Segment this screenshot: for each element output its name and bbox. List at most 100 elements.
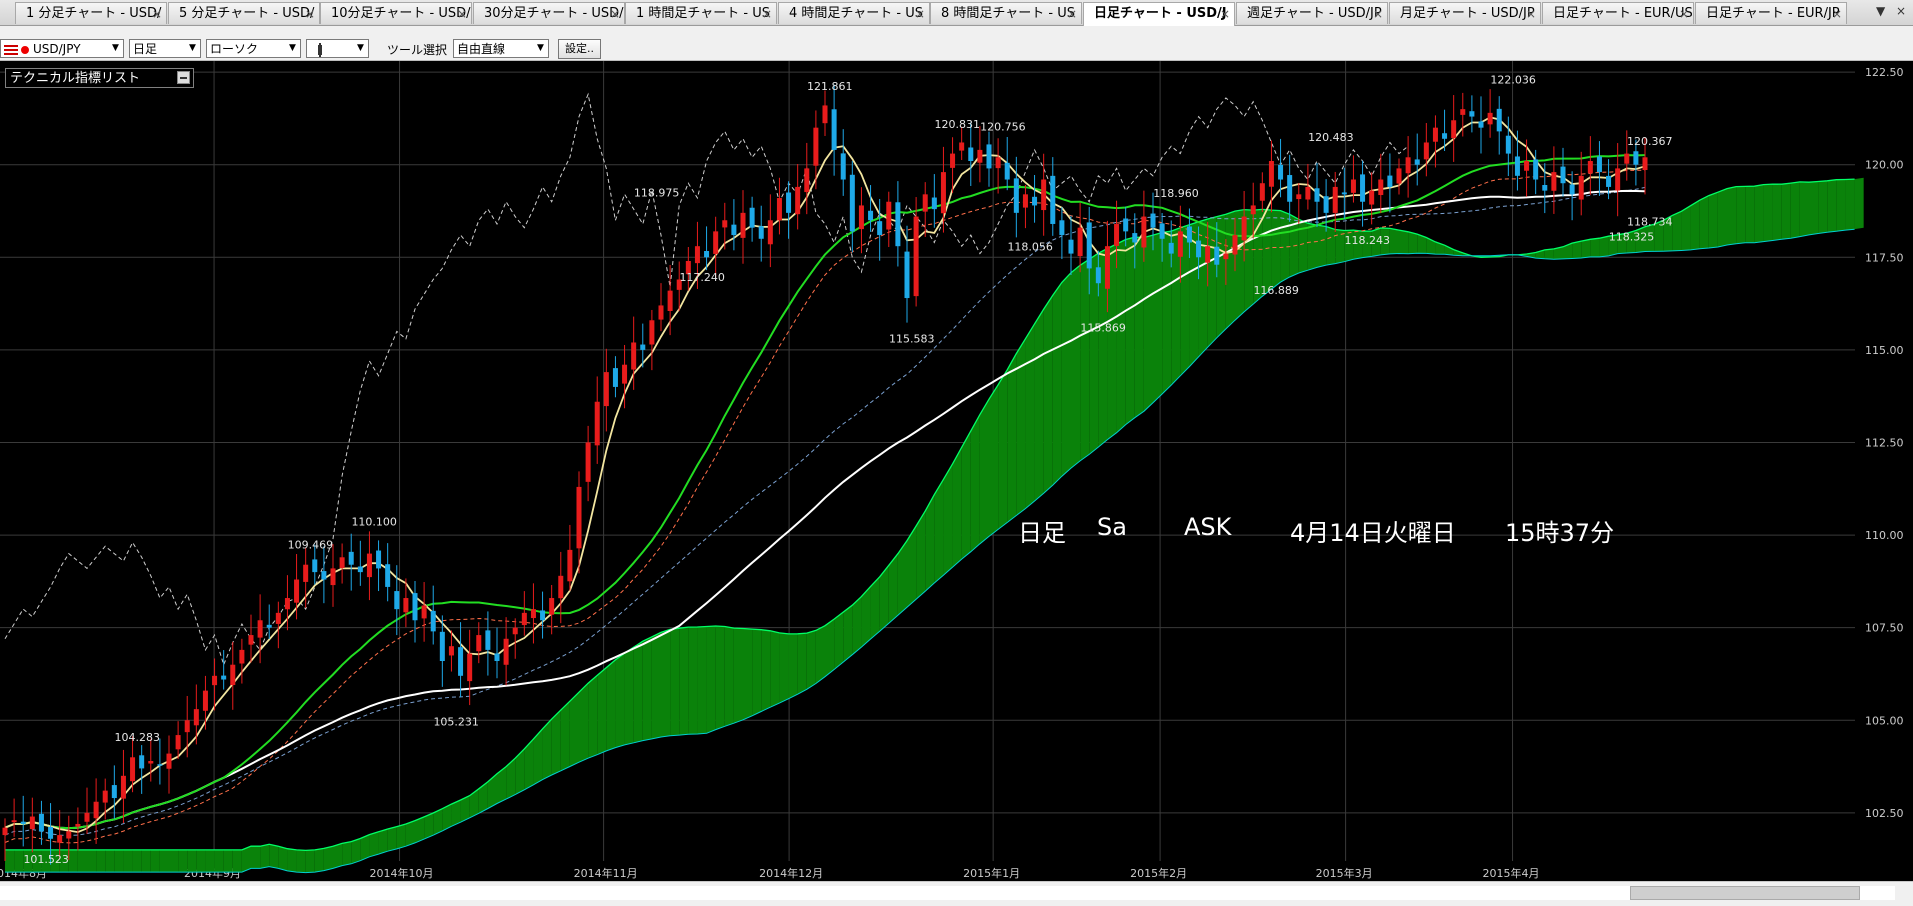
period-select[interactable]: 日足 ▼ — [129, 39, 201, 58]
close-icon[interactable]: × — [1067, 3, 1077, 24]
ichimoku-cloud-segment — [205, 850, 214, 872]
candle-body — [1579, 176, 1584, 200]
candle-body — [1624, 154, 1629, 164]
tab-label: 週足チャート - USD/JP — [1247, 6, 1382, 21]
close-icon[interactable]: × — [1679, 3, 1689, 24]
candle-body — [558, 576, 563, 598]
candle-body — [1305, 187, 1310, 200]
candle-body — [1050, 176, 1055, 224]
tab-label: 4 時間足チャート - US — [789, 6, 923, 21]
ichimoku-cloud-segment — [1745, 186, 1754, 243]
ichimoku-cloud-segment — [579, 683, 588, 762]
close-icon[interactable]: × — [915, 3, 925, 24]
candle-body — [330, 568, 335, 585]
price-annotation: 118.056 — [1007, 241, 1053, 254]
candle-body — [722, 220, 727, 227]
ichimoku-cloud-segment — [1691, 200, 1700, 250]
ichimoku-cloud-segment — [770, 631, 779, 707]
ichimoku-cloud-segment — [1545, 249, 1554, 259]
close-icon[interactable]: × — [1220, 3, 1230, 25]
tab-10[interactable]: 月足チャート - USD/JP× — [1389, 2, 1541, 24]
y-tick-label: 112.50 — [1865, 436, 1904, 449]
tab-6[interactable]: 4 時間足チャート - US× — [778, 2, 930, 24]
tab-12[interactable]: 日足チャート - EUR/JP× — [1695, 2, 1847, 24]
ichimoku-cloud-segment — [998, 370, 1007, 530]
candle-body — [1506, 136, 1511, 154]
close-icon[interactable]: × — [610, 3, 620, 24]
candle-body — [1114, 224, 1119, 246]
candle-body — [376, 551, 381, 569]
tab-8[interactable]: 日足チャート - USD/J× — [1083, 2, 1235, 26]
tab-1[interactable]: 1 分足チャート - USD/× — [15, 2, 167, 24]
candle-body — [586, 442, 591, 481]
ichimoku-cloud-segment — [306, 850, 315, 873]
ichimoku-cloud-segment — [1782, 183, 1791, 239]
ichimoku-cloud-segment — [1089, 253, 1098, 454]
close-icon[interactable]: × — [1373, 3, 1383, 24]
technical-indicator-list[interactable]: テクニカル指標リスト — [5, 68, 194, 88]
price-annotation: 115.869 — [1080, 322, 1126, 335]
ichimoku-cloud-segment — [1326, 227, 1335, 266]
horizontal-scrollbar[interactable] — [0, 881, 1913, 906]
chart-type-select[interactable]: ローソク ▼ — [206, 39, 301, 58]
y-tick-label: 120.00 — [1865, 159, 1904, 172]
price-annotation: 120.831 — [935, 118, 981, 131]
ichimoku-cloud-segment — [187, 850, 196, 872]
ichimoku-cloud-segment — [561, 701, 570, 771]
tab-4[interactable]: 30分足チャート - USD/× — [473, 2, 625, 24]
tab-9[interactable]: 週足チャート - USD/JP× — [1236, 2, 1388, 24]
x-tick-label: 2015年2月 — [1130, 866, 1187, 880]
close-icon[interactable]: × — [762, 3, 772, 24]
candle-body — [440, 632, 445, 661]
price-annotation: 118.243 — [1345, 234, 1391, 247]
chart-type-value: ローソク — [210, 42, 258, 56]
candle-body — [1333, 187, 1338, 213]
scroll-thumb[interactable] — [1630, 886, 1860, 900]
candle-body — [1132, 233, 1137, 242]
close-icon[interactable]: × — [1832, 3, 1842, 24]
candle-body — [1515, 156, 1520, 175]
candle-body — [1351, 180, 1356, 193]
candlestick-chart[interactable]: 122.50120.00117.50115.00112.50110.00107.… — [0, 61, 1913, 881]
tab-3[interactable]: 10分足チャート - USD/× — [320, 2, 472, 24]
close-icon[interactable]: × — [1526, 3, 1536, 24]
currency-pair-select[interactable]: USD/JPY ▼ — [0, 39, 124, 58]
candle-body — [1615, 168, 1620, 190]
tab-7[interactable]: 8 時間足チャート - US× — [930, 2, 1082, 24]
tab-11[interactable]: 日足チャート - EUR/US× — [1542, 2, 1694, 24]
candle-body — [157, 764, 162, 766]
candle-body — [1014, 178, 1019, 212]
chart-area[interactable]: 122.50120.00117.50115.00112.50110.00107.… — [0, 61, 1913, 881]
ichimoku-cloud-segment — [342, 842, 351, 866]
candle-body — [194, 709, 199, 725]
chevron-down-icon: ▼ — [353, 40, 368, 57]
drawing-tool-select[interactable]: 自由直線 ▼ — [453, 39, 549, 58]
candle-body — [531, 609, 536, 618]
candle-style-select[interactable]: ▼ — [306, 39, 369, 58]
tab-label: 10分足チャート - USD/ — [331, 6, 471, 21]
tab-scroll-icon[interactable]: ▼ — [1876, 4, 1885, 18]
close-icon[interactable]: × — [457, 3, 467, 24]
tab-2[interactable]: 5 分足チャート - USD/× — [168, 2, 320, 24]
candle-body — [731, 225, 736, 235]
price-annotation: 122.036 — [1490, 73, 1536, 86]
close-all-icon[interactable]: × — [1896, 4, 1906, 18]
close-icon[interactable]: × — [305, 3, 315, 24]
candle-body — [868, 211, 873, 220]
ichimoku-cloud-segment — [215, 850, 224, 872]
candle-body — [1232, 235, 1237, 254]
candle-body — [1041, 180, 1046, 211]
ichimoku-cloud-segment — [1053, 282, 1062, 485]
minimize-icon[interactable] — [177, 71, 190, 84]
ichimoku-cloud-segment — [834, 612, 843, 669]
ichimoku-cloud-segment — [825, 619, 834, 677]
close-icon[interactable]: × — [152, 3, 162, 24]
candle-body — [2, 828, 7, 835]
ichimoku-cloud-segment — [233, 850, 242, 872]
candle-body — [895, 202, 900, 246]
technical-indicator-list-label: テクニカル指標リスト — [10, 71, 140, 86]
tab-5[interactable]: 1 時間足チャート - US× — [625, 2, 777, 24]
scroll-track[interactable] — [0, 886, 1895, 900]
settings-button[interactable]: 設定.. — [558, 39, 601, 59]
candle-body — [230, 665, 235, 685]
